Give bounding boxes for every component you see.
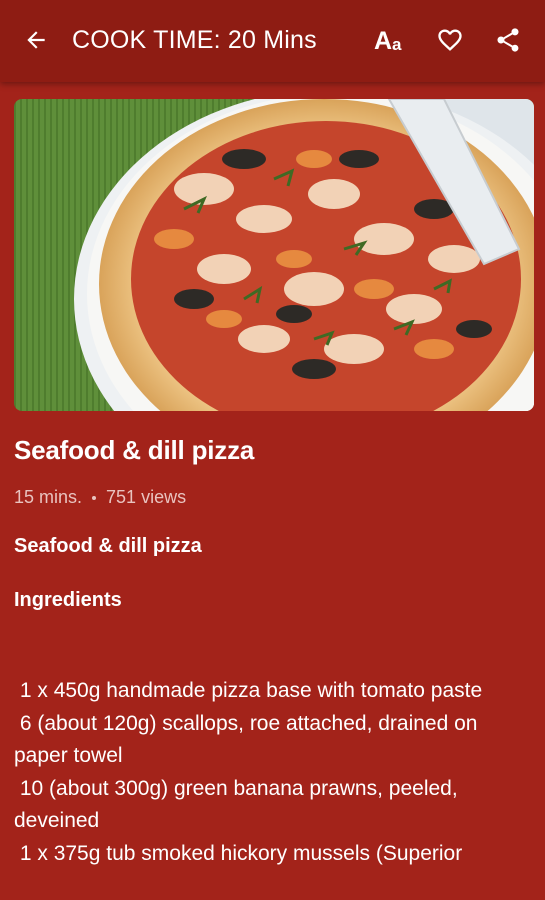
font-size-button[interactable]: A a — [372, 22, 412, 58]
favorite-button[interactable] — [432, 22, 468, 58]
share-icon — [497, 28, 519, 52]
ingredients-heading: Ingredients — [14, 589, 122, 611]
ingredient-item: 1 x 375g tub smoked hickory mussels (Sup… — [14, 841, 463, 865]
heart-outline-icon — [438, 29, 462, 51]
ingredient-item: 6 (about 120g) scallops, roe attached, d… — [14, 711, 484, 768]
svg-text:a: a — [392, 35, 402, 54]
cook-time-title: COOK TIME: 20 Mins — [72, 26, 317, 54]
font-size-icon: A a — [374, 27, 402, 55]
recipe-photo — [14, 99, 534, 411]
view-count: 751 views — [106, 487, 187, 507]
app-bar: COOK TIME: 20 Mins A a — [0, 0, 545, 82]
ingredients-list: 1 x 450g handmade pizza base with tomato… — [14, 675, 534, 870]
recipe-meta: 15 mins. 751 views — [14, 487, 186, 508]
back-button[interactable] — [18, 22, 54, 58]
share-button[interactable] — [490, 22, 526, 58]
arrow-left-icon — [27, 31, 45, 49]
svg-text:A: A — [374, 27, 392, 55]
cook-duration: 15 mins. — [14, 487, 83, 507]
separator-dot — [92, 495, 97, 500]
ingredient-item: 1 x 450g handmade pizza base with tomato… — [14, 679, 483, 702]
recipe-subtitle: Seafood & dill pizza — [14, 535, 202, 557]
recipe-title: Seafood & dill pizza — [14, 435, 255, 465]
ingredient-item: 10 (about 300g) green banana prawns, pee… — [14, 776, 464, 833]
